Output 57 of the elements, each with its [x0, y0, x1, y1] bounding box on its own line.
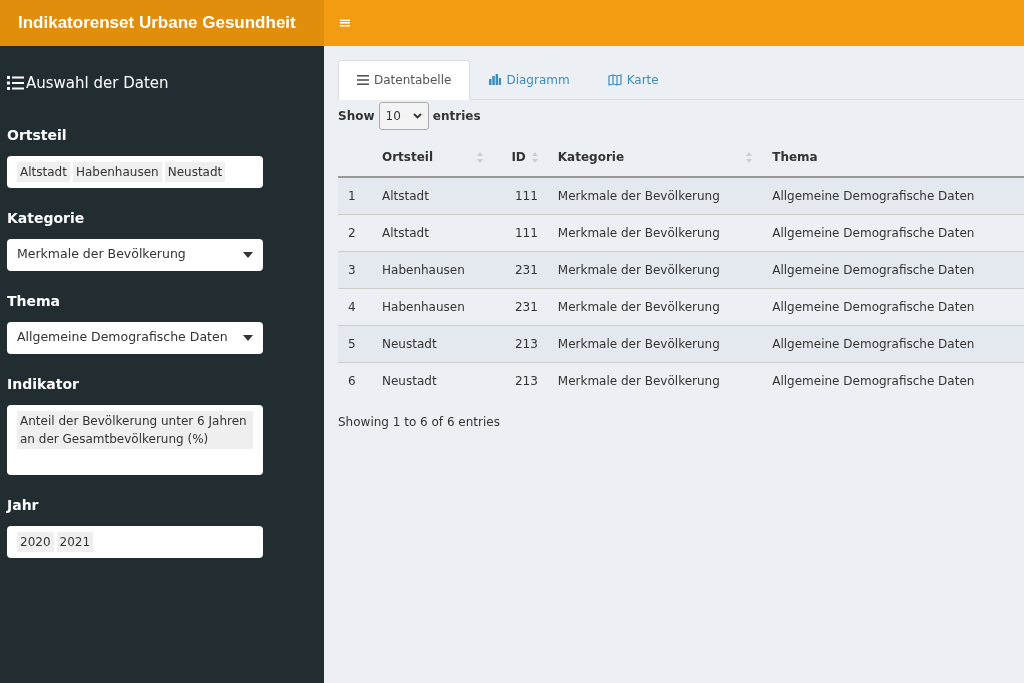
table-cell: 5: [338, 325, 372, 363]
map-icon: [607, 73, 622, 86]
table-cell: Merkmale der Bevölkerung: [547, 177, 763, 215]
selected-tag: Anteil der Bevölkerung unter 6 Jahren an der Gesamtbevölkerung (%): [17, 410, 253, 449]
filter-label: Thema: [7, 291, 62, 311]
table-cell: 111: [493, 177, 548, 215]
table-cell: 213: [493, 362, 548, 399]
column-header[interactable]: ID: [511, 148, 526, 166]
filter-label: Ortsteil: [7, 125, 68, 145]
selected-tag: Neustadt: [164, 161, 226, 182]
table-cell: Merkmale der Bevölkerung: [547, 362, 763, 399]
filter-label: Indikator: [7, 374, 80, 394]
caret-icon: [243, 251, 253, 258]
table-cell: Allgemeine Demografische Daten: [762, 251, 1024, 289]
bar-chart-icon: [489, 74, 502, 85]
table-cell: 213: [493, 325, 548, 363]
sidebar-heading: Auswahl der Daten: [26, 73, 169, 94]
table-cell: Allgemeine Demografische Daten: [762, 325, 1024, 363]
table-cell: 6: [338, 362, 372, 399]
app-title: Indikatorenset Urbane Gesundheit: [0, 0, 324, 46]
tab[interactable]: Datentabelle: [338, 60, 471, 100]
table-cell: Habenhausen: [372, 251, 494, 289]
filter-label: Kategorie: [7, 208, 86, 228]
column-header: Thema: [772, 149, 818, 166]
table-cell: Neustadt: [372, 362, 494, 399]
table-cell: Merkmale der Bevölkerung: [547, 325, 763, 363]
length-label: Show: [338, 108, 375, 125]
selected-tag: Altstadt: [17, 161, 70, 182]
table-cell: Allgemeine Demografische Daten: [762, 177, 1024, 215]
chevron-icon: [412, 113, 422, 119]
dropdown-field[interactable]: Merkmale der Bevölkerung: [7, 238, 263, 271]
table-info: Showing 1 to 6 of 6 entries: [338, 414, 501, 431]
dropdown-field[interactable]: Allgemeine Demografische Daten: [7, 321, 263, 354]
entries-dropdown[interactable]: 10: [378, 102, 429, 130]
multi-select-field[interactable]: Altstadt Habenhausen Neustadt: [7, 155, 263, 188]
length-label: entries: [432, 108, 481, 125]
multi-select-field[interactable]: Anteil der Bevölkerung unter 6 Jahren an der Gesamtbevölkerung (%): [7, 404, 263, 475]
table-cell: Allgemeine Demografische Daten: [762, 362, 1024, 399]
sort-icon[interactable]: [477, 151, 484, 163]
table-cell: 3: [338, 251, 372, 289]
list-icon: [7, 76, 24, 91]
table-cell: Altstadt: [372, 177, 494, 215]
table-cell: Merkmale der Bevölkerung: [547, 251, 763, 289]
table-cell: Neustadt: [372, 325, 494, 363]
table-cell: 231: [493, 251, 548, 289]
table-cell: 1: [338, 177, 372, 215]
selected-tag: Habenhausen: [72, 161, 162, 182]
list-icon: [357, 75, 369, 85]
selected-tag: 2021: [56, 531, 94, 552]
selected-tag: 2020: [17, 531, 54, 552]
filter-label: Jahr: [7, 495, 40, 515]
sort-icon[interactable]: [746, 151, 753, 163]
column-header[interactable]: Ortsteil: [382, 148, 434, 166]
column-header[interactable]: Kategorie: [557, 148, 625, 166]
caret-icon: [243, 334, 253, 341]
multi-select-field[interactable]: 2020 2021: [7, 525, 263, 558]
sort-icon[interactable]: [531, 151, 538, 163]
